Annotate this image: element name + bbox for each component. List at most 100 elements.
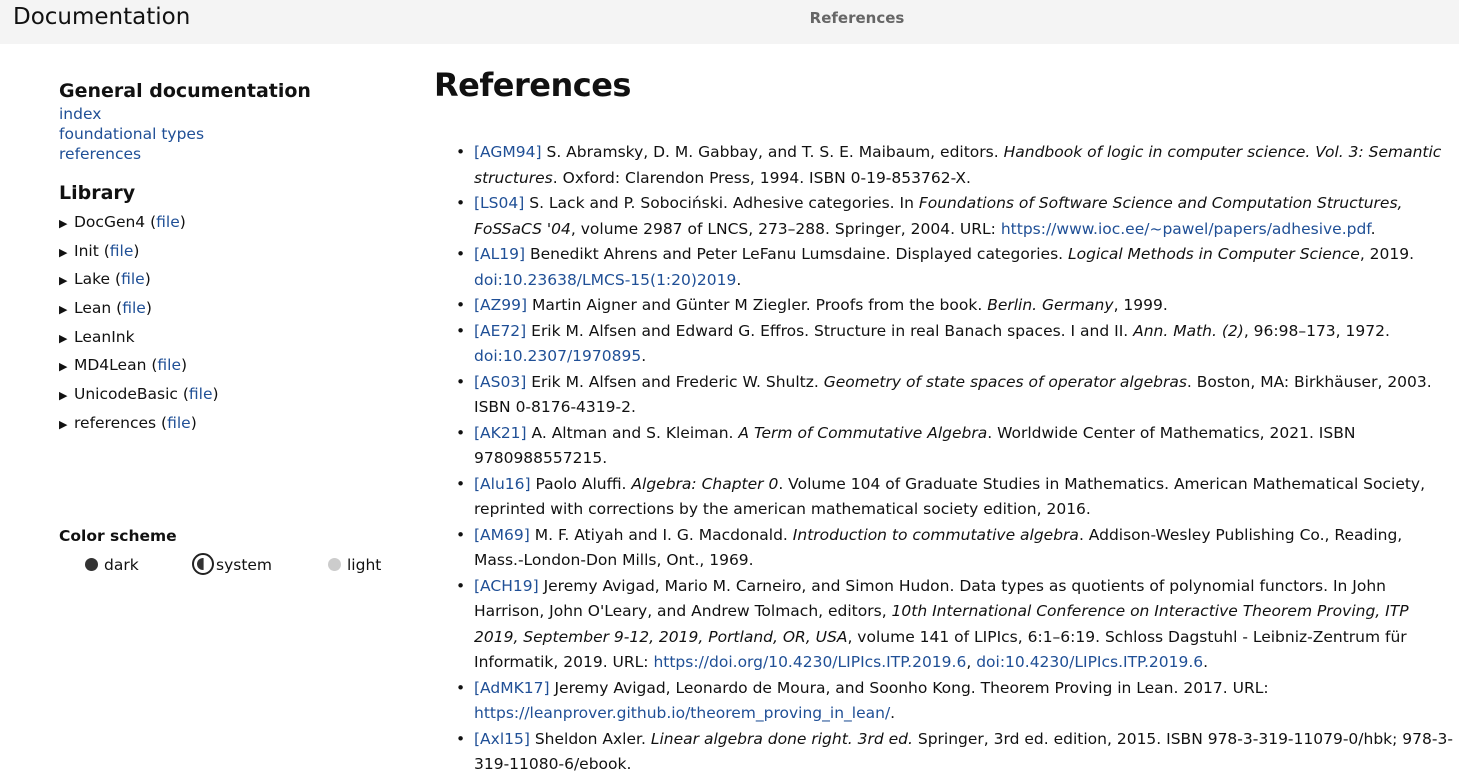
reference-item: [LS04] S. Lack and P. Sobociński. Adhesi… (434, 191, 1454, 242)
reference-item: [AK21] A. Altman and S. Kleiman. A Term … (434, 421, 1454, 472)
nav-link-foundational-types[interactable]: foundational types (59, 124, 389, 144)
reference-tag-link[interactable]: [Alu16] (474, 475, 531, 493)
reference-item: [AL19] Benedikt Ahrens and Peter LeFanu … (434, 242, 1454, 293)
reference-text: Martin Aigner and Günter M Ziegler. Proo… (527, 296, 988, 314)
reference-text: , (966, 653, 977, 671)
nav-link-index[interactable]: index (59, 104, 389, 124)
library-item-docgen4[interactable]: ▶ DocGen4 (file) (59, 208, 389, 237)
reference-item: [AGM94] S. Abramsky, D. M. Gabbay, and T… (434, 140, 1454, 191)
library-item-references[interactable]: ▶ references (file) (59, 409, 389, 438)
library-item-name: Lake (74, 270, 111, 289)
main-content: References [AGM94] S. Abramsky, D. M. Ga… (434, 66, 1454, 778)
library-item-unicodebasic[interactable]: ▶ UnicodeBasic (file) (59, 380, 389, 409)
system-radio-selected-icon[interactable] (192, 553, 214, 575)
color-scheme-light-option[interactable]: light (328, 556, 381, 574)
reference-url-link[interactable]: https://www.ioc.ee/~pawel/papers/adhesiv… (1001, 220, 1371, 238)
expand-triangle-icon[interactable]: ▶ (59, 239, 74, 268)
reference-text: , 2019. (1359, 245, 1415, 263)
reference-italic-title: A Term of Commutative Algebra (738, 423, 988, 442)
reference-text: Erik M. Alfsen and Frederic W. Shultz. (526, 372, 824, 391)
library-item-name: LeanInk (74, 327, 135, 346)
library-item-lean[interactable]: ▶ Lean (file) (59, 294, 389, 323)
library-item-leanink[interactable]: ▶ LeanInk (59, 323, 389, 352)
library-file-link[interactable]: file (156, 213, 180, 231)
reference-text: Benedikt Ahrens and Peter LeFanu Lumsdai… (525, 245, 1069, 263)
reference-item: [Alu16] Paolo Aluffi. Algebra: Chapter 0… (434, 472, 1454, 523)
reference-italic-title: Introduction to commutative algebra (792, 525, 1079, 544)
reference-tag-link[interactable]: [AGM94] (474, 143, 542, 161)
expand-triangle-icon[interactable]: ▶ (59, 210, 74, 239)
reference-tag-link[interactable]: [AL19] (474, 245, 525, 263)
light-radio-icon[interactable] (328, 558, 341, 571)
reference-italic-title: Logical Methods in Computer Science (1068, 245, 1360, 263)
library-item-md4lean[interactable]: ▶ MD4Lean (file) (59, 351, 389, 380)
library-item-name: MD4Lean (74, 356, 147, 375)
library-file-link[interactable]: file (122, 299, 146, 317)
reference-url-link[interactable]: https://doi.org/10.4230/LIPIcs.ITP.2019.… (653, 653, 966, 671)
library-file-link[interactable]: file (121, 270, 145, 288)
general-links: index foundational types references (59, 104, 389, 164)
reference-tag-link[interactable]: [AZ99] (474, 296, 527, 314)
reference-item: [AS03] Erik M. Alfsen and Frederic W. Sh… (434, 370, 1454, 421)
reference-text: . (641, 347, 647, 365)
reference-url-link[interactable]: doi:10.23638/LMCS-15(1:20)2019 (474, 271, 736, 289)
library-file-link[interactable]: file (110, 242, 134, 260)
library-item-lake[interactable]: ▶ Lake (file) (59, 265, 389, 294)
references-list: [AGM94] S. Abramsky, D. M. Gabbay, and T… (434, 140, 1454, 778)
library-item-name: references (74, 413, 157, 432)
library-file-link[interactable]: file (157, 356, 181, 374)
library-item-init[interactable]: ▶ Init (file) (59, 237, 389, 266)
reference-text: Erik M. Alfsen and Edward G. Effros. Str… (526, 321, 1134, 340)
reference-tag-link[interactable]: [AK21] (474, 424, 527, 442)
reference-italic-title: Linear algebra done right. 3rd ed. (650, 729, 913, 748)
library-file-link[interactable]: file (167, 414, 191, 432)
library-file-link[interactable]: file (189, 385, 213, 403)
reference-item: [Axl15] Sheldon Axler. Linear algebra do… (434, 727, 1454, 778)
expand-triangle-icon[interactable]: ▶ (59, 382, 74, 411)
reference-text: S. Abramsky, D. M. Gabbay, and T. S. E. … (541, 143, 1004, 161)
top-header: Documentation References (0, 0, 1459, 44)
library-list: ▶ DocGen4 (file) ▶ Init (file) ▶ Lake (file) ▶… (59, 208, 389, 438)
dark-radio-icon[interactable] (85, 558, 98, 571)
reference-italic-title: Berlin. Germany (987, 296, 1114, 314)
reference-tag-link[interactable]: [LS04] (474, 194, 524, 212)
reference-url-link[interactable]: doi:10.2307/1970895 (474, 347, 641, 365)
reference-text: . (1203, 653, 1209, 671)
expand-triangle-icon[interactable]: ▶ (59, 296, 74, 325)
general-documentation-heading: General documentation (59, 80, 311, 102)
color-scheme-dark-option[interactable]: dark (85, 556, 139, 574)
reference-text: S. Lack and P. Sobociński. Adhesive cate… (524, 194, 919, 212)
header-page-name: References (809, 9, 905, 27)
library-item-name: UnicodeBasic (74, 385, 178, 404)
reference-tag-link[interactable]: [AS03] (474, 373, 526, 391)
library-heading: Library (59, 182, 136, 204)
reference-italic-title: Geometry of state spaces of operator alg… (823, 372, 1187, 391)
reference-text: . (736, 270, 742, 289)
library-item-name: Lean (74, 299, 112, 318)
nav-link-references[interactable]: references (59, 144, 389, 164)
reference-text: , 96:98–173, 1972. (1243, 321, 1390, 340)
reference-url-link[interactable]: doi:10.4230/LIPIcs.ITP.2019.6 (976, 653, 1203, 671)
expand-triangle-icon[interactable]: ▶ (59, 353, 74, 382)
reference-text: . (1370, 219, 1376, 238)
expand-triangle-icon[interactable]: ▶ (59, 325, 74, 354)
reference-url-link[interactable]: https://leanprover.github.io/theorem_pro… (474, 704, 890, 722)
reference-item: [AE72] Erik M. Alfsen and Edward G. Effr… (434, 319, 1454, 370)
reference-tag-link[interactable]: [Axl15] (474, 730, 530, 748)
expand-triangle-icon[interactable]: ▶ (59, 267, 74, 296)
reference-tag-link[interactable]: [AdMK17] (474, 679, 550, 697)
reference-text: Sheldon Axler. (529, 729, 651, 748)
reference-text: . Oxford: Clarendon Press, 1994. ISBN 0-… (552, 168, 971, 187)
expand-triangle-icon[interactable]: ▶ (59, 411, 74, 440)
reference-text: M. F. Atiyah and I. G. Macdonald. (529, 525, 793, 544)
reference-tag-link[interactable]: [AM69] (474, 526, 530, 544)
reference-text: Paolo Aluffi. (530, 474, 632, 493)
reference-text: , volume 2987 of LNCS, 273–288. Springer… (570, 219, 1001, 238)
reference-tag-link[interactable]: [AE72] (474, 322, 526, 340)
reference-text: . (890, 704, 896, 722)
color-scheme-system-option[interactable]: system (192, 553, 272, 575)
reference-tag-link[interactable]: [ACH19] (474, 577, 539, 595)
color-scheme-selector: Color scheme dark system light (59, 527, 399, 575)
reference-italic-title: Algebra: Chapter 0 (631, 474, 779, 493)
reference-text: A. Altman and S. Kleiman. (526, 423, 739, 442)
